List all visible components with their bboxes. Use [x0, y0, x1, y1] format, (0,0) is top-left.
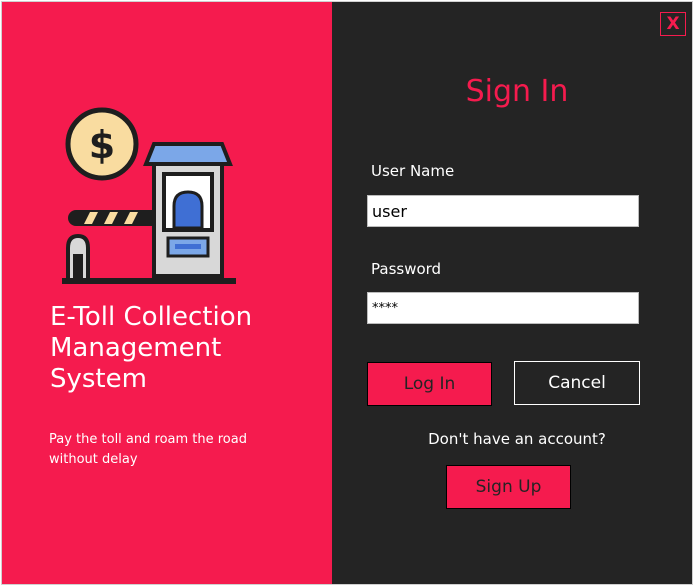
- app-title: E-Toll Collection Management System: [50, 302, 320, 395]
- login-button[interactable]: Log In: [367, 362, 492, 406]
- signin-title: Sign In: [465, 74, 569, 109]
- account-prompt: Don't have an account?: [428, 430, 606, 448]
- app-title-line: System: [50, 364, 147, 394]
- app-title-line: Management: [50, 333, 222, 363]
- svg-text:$: $: [89, 123, 115, 167]
- password-label: Password: [371, 260, 442, 278]
- signup-button[interactable]: Sign Up: [446, 465, 571, 509]
- password-input[interactable]: [367, 292, 639, 324]
- tagline-line: Pay the toll and roam the road: [49, 432, 247, 447]
- toll-booth-icon: $: [62, 107, 236, 284]
- login-window: $ E-Toll Collection Management System Pa…: [2, 2, 692, 584]
- username-input[interactable]: [367, 195, 639, 227]
- brand-panel: $ E-Toll Collection Management System Pa…: [2, 2, 332, 584]
- tagline-line: without delay: [49, 452, 138, 467]
- tagline: Pay the toll and roam the road without d…: [49, 430, 289, 470]
- signin-panel: X Sign In User Name Password Log In Canc…: [332, 2, 692, 584]
- username-label: User Name: [371, 162, 455, 180]
- cancel-button[interactable]: Cancel: [514, 361, 640, 405]
- app-title-line: E-Toll Collection: [50, 302, 253, 332]
- close-button[interactable]: X: [660, 12, 686, 36]
